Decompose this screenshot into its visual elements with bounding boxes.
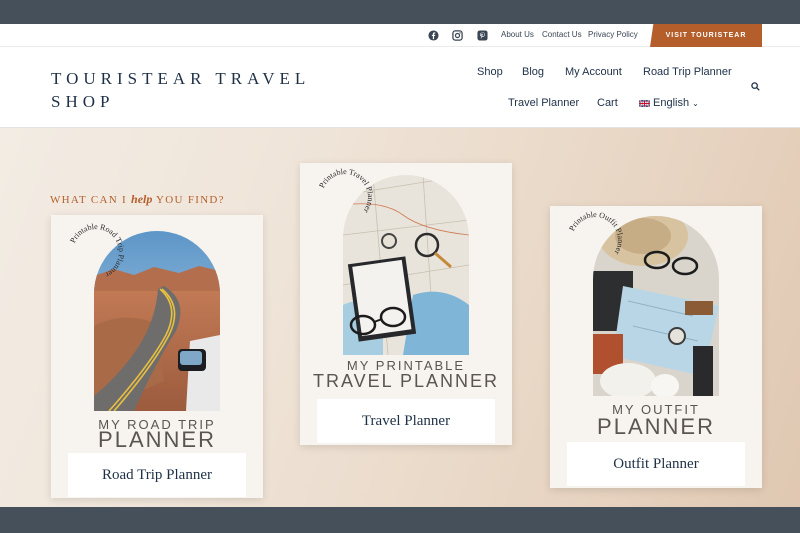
language-label: English xyxy=(653,97,690,109)
outfit-planner-circle-text: Printable Outfit Planner xyxy=(567,210,625,257)
travel-planner-card[interactable]: Printable Travel Planner MY PRINTABLE TR… xyxy=(300,163,512,445)
visit-touristear-button[interactable]: VISIT TOURISTEAR xyxy=(650,24,762,47)
heading-pre: WHAT CAN I xyxy=(50,194,127,206)
what-can-i-help-heading: WHAT CAN I help YOU FIND? xyxy=(50,192,225,207)
svg-text:Printable Road Trip Planner: Printable Road Trip Planner xyxy=(68,222,126,280)
svg-text:Printable Travel Planner: Printable Travel Planner xyxy=(317,167,375,215)
top-band xyxy=(0,0,800,24)
road-trip-planner-button[interactable]: Road Trip Planner xyxy=(68,453,246,497)
about-us-link[interactable]: About Us xyxy=(501,30,534,39)
nav-road-trip-planner[interactable]: Road Trip Planner xyxy=(643,66,732,78)
travel-planner-circle-text: Printable Travel Planner xyxy=(317,167,375,215)
language-switcher[interactable]: English ⌄ xyxy=(639,97,699,109)
nav-shop[interactable]: Shop xyxy=(477,66,503,78)
road-trip-title: PLANNER xyxy=(98,427,216,452)
site-title[interactable]: TOURISTEAR TRAVEL SHOP xyxy=(51,67,391,113)
instagram-icon[interactable] xyxy=(451,29,464,42)
heading-post: YOU FIND? xyxy=(156,194,225,206)
chevron-down-icon: ⌄ xyxy=(692,98,699,108)
nav-my-account[interactable]: My Account xyxy=(565,66,622,78)
nav-blog[interactable]: Blog xyxy=(522,66,544,78)
privacy-policy-link[interactable]: Privacy Policy xyxy=(588,30,638,39)
nav-travel-planner[interactable]: Travel Planner xyxy=(508,97,579,109)
heading-script-word: help xyxy=(131,192,153,206)
site-title-line2: SHOP xyxy=(51,92,115,111)
travel-planner-title: TRAVEL PLANNER xyxy=(312,371,500,391)
outfit-planner-card[interactable]: Printable Outfit Planner MY OUTFIT PLANN… xyxy=(550,206,762,488)
road-trip-circle-text: Printable Road Trip Planner xyxy=(68,222,126,280)
nav-cart[interactable]: Cart xyxy=(597,97,618,109)
site-header: TOURISTEAR TRAVEL SHOP Shop Blog My Acco… xyxy=(0,47,800,128)
svg-text:Printable Outfit Planner: Printable Outfit Planner xyxy=(567,210,625,257)
bottom-band xyxy=(0,507,800,533)
facebook-icon[interactable] xyxy=(427,29,440,42)
search-icon[interactable] xyxy=(751,82,760,91)
contact-us-link[interactable]: Contact Us xyxy=(542,30,582,39)
travel-planner-button[interactable]: Travel Planner xyxy=(317,399,495,443)
outfit-planner-button[interactable]: Outfit Planner xyxy=(567,442,745,486)
outfit-planner-title: PLANNER xyxy=(597,414,715,439)
pinterest-icon[interactable] xyxy=(476,29,489,42)
site-title-line1: TOURISTEAR TRAVEL xyxy=(51,69,311,88)
road-trip-card[interactable]: Printable Road Trip Planner MY ROAD TRIP… xyxy=(51,215,263,498)
uk-flag-icon xyxy=(639,99,650,107)
